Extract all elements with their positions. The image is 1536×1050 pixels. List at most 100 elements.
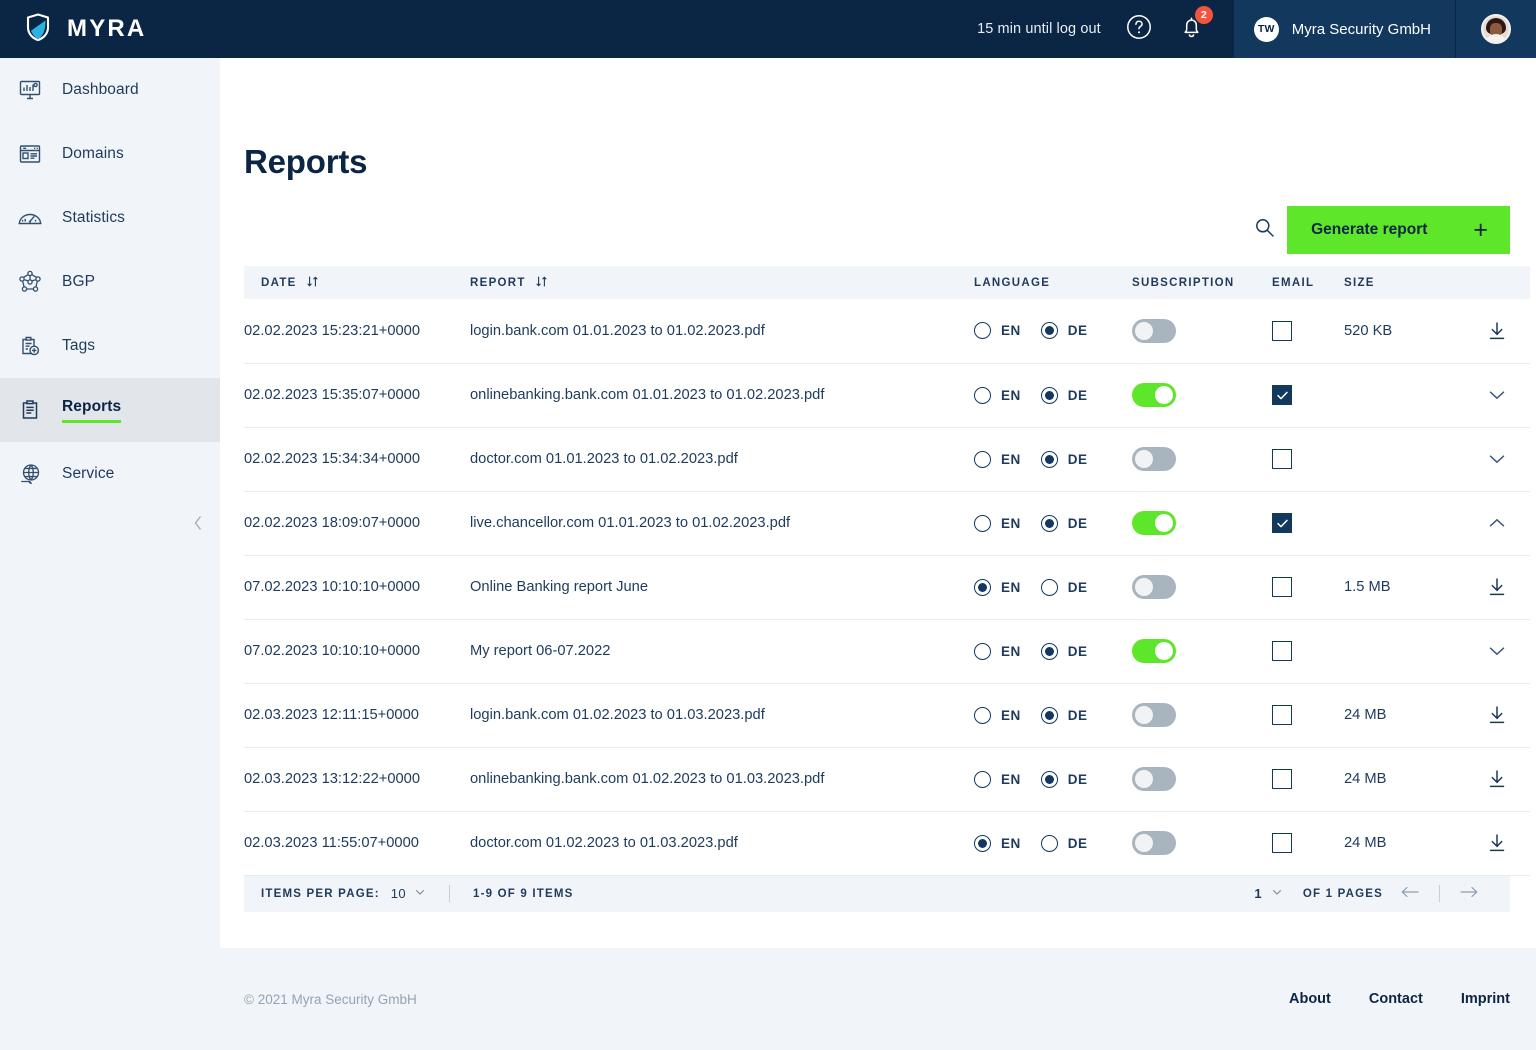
help-button[interactable] (1125, 13, 1153, 46)
cell-subscription (1132, 427, 1272, 491)
radio-en[interactable] (974, 707, 991, 724)
subscription-toggle[interactable] (1132, 319, 1176, 343)
subscription-toggle[interactable] (1132, 703, 1176, 727)
language-option-de[interactable]: DE (1041, 771, 1088, 788)
radio-de[interactable] (1041, 835, 1058, 852)
language-option-de[interactable]: DE (1041, 515, 1088, 532)
subscription-toggle[interactable] (1132, 511, 1176, 535)
column-header-date[interactable]: DATE (244, 266, 470, 299)
radio-de[interactable] (1041, 387, 1058, 404)
radio-de[interactable] (1041, 451, 1058, 468)
download-icon[interactable] (1486, 320, 1508, 342)
chevron-left-icon (191, 513, 205, 538)
chevron-down-icon[interactable] (1486, 384, 1508, 406)
email-checkbox[interactable] (1272, 577, 1292, 597)
footer-link-imprint[interactable]: Imprint (1461, 991, 1510, 1007)
email-checkbox[interactable] (1272, 833, 1292, 853)
cell-date: 02.02.2023 15:35:07+0000 (244, 363, 470, 427)
download-icon[interactable] (1486, 768, 1508, 790)
prev-page-button[interactable] (1396, 883, 1424, 905)
tenant-selector[interactable]: TW Myra Security GmbH (1234, 0, 1455, 58)
chevron-up-icon[interactable] (1486, 512, 1508, 534)
email-checkbox[interactable] (1272, 385, 1292, 405)
radio-en[interactable] (974, 835, 991, 852)
download-icon[interactable] (1486, 576, 1508, 598)
radio-de[interactable] (1041, 643, 1058, 660)
column-header-report[interactable]: REPORT (470, 266, 974, 299)
subscription-toggle[interactable] (1132, 767, 1176, 791)
language-option-de[interactable]: DE (1041, 835, 1088, 852)
generate-report-button[interactable]: Generate report + (1287, 206, 1510, 254)
radio-en[interactable] (974, 515, 991, 532)
cell-report: live.chancellor.com 01.01.2023 to 01.02.… (470, 491, 974, 555)
email-checkbox[interactable] (1272, 321, 1292, 341)
sidebar-item-bgp[interactable]: BGP (0, 250, 220, 314)
subscription-toggle[interactable] (1132, 575, 1176, 599)
language-option-de[interactable]: DE (1041, 387, 1088, 404)
notifications-button[interactable]: 2 (1179, 14, 1204, 45)
language-option-en[interactable]: EN (974, 643, 1021, 660)
radio-en[interactable] (974, 387, 991, 404)
language-option-de[interactable]: DE (1041, 643, 1088, 660)
sidebar-item-tags[interactable]: Tags (0, 314, 220, 378)
radio-de[interactable] (1041, 707, 1058, 724)
language-option-de[interactable]: DE (1041, 322, 1088, 339)
user-menu-button[interactable] (1455, 0, 1536, 58)
email-checkbox[interactable] (1272, 769, 1292, 789)
subscription-toggle[interactable] (1132, 639, 1176, 663)
radio-de[interactable] (1041, 515, 1058, 532)
page-select[interactable]: 1 (1254, 886, 1282, 901)
language-label: EN (1001, 388, 1021, 403)
search-button[interactable] (1241, 207, 1287, 253)
language-option-en[interactable]: EN (974, 451, 1021, 468)
radio-en[interactable] (974, 771, 991, 788)
items-per-page-select[interactable]: 10 (391, 886, 426, 901)
email-checkbox[interactable] (1272, 705, 1292, 725)
radio-de[interactable] (1041, 771, 1058, 788)
sidebar-item-service[interactable]: Service (0, 442, 220, 506)
language-option-en[interactable]: EN (974, 835, 1021, 852)
language-label: EN (1001, 580, 1021, 595)
language-option-en[interactable]: EN (974, 515, 1021, 532)
sidebar-item-statistics[interactable]: Statistics (0, 186, 220, 250)
subscription-toggle[interactable] (1132, 831, 1176, 855)
language-option-en[interactable]: EN (974, 707, 1021, 724)
radio-de[interactable] (1041, 322, 1058, 339)
sidebar-collapse-button[interactable] (186, 513, 210, 537)
table-row: 07.02.2023 10:10:10+0000Online Banking r… (244, 555, 1530, 619)
sort-icon (306, 275, 319, 291)
next-page-button[interactable] (1455, 883, 1483, 905)
radio-de[interactable] (1041, 579, 1058, 596)
radio-en[interactable] (974, 451, 991, 468)
radio-en[interactable] (974, 579, 991, 596)
download-icon[interactable] (1486, 832, 1508, 854)
chevron-down-icon[interactable] (1486, 448, 1508, 470)
language-option-de[interactable]: DE (1041, 579, 1088, 596)
radio-en[interactable] (974, 643, 991, 660)
language-option-en[interactable]: EN (974, 387, 1021, 404)
subscription-toggle[interactable] (1132, 383, 1176, 407)
notification-badge: 2 (1195, 6, 1213, 24)
language-option-de[interactable]: DE (1041, 707, 1088, 724)
radio-en[interactable] (974, 322, 991, 339)
sidebar-item-reports[interactable]: Reports (0, 378, 220, 442)
footer-link-contact[interactable]: Contact (1369, 991, 1423, 1007)
footer-link-about[interactable]: About (1289, 991, 1331, 1007)
sidebar-item-domains[interactable]: Domains (0, 122, 220, 186)
email-checkbox[interactable] (1272, 513, 1292, 533)
sidebar-item-dashboard[interactable]: Dashboard (0, 58, 220, 122)
download-icon[interactable] (1486, 704, 1508, 726)
pagination-bar: ITEMS PER PAGE: 10 1-9 OF 9 ITEMS (244, 876, 1510, 912)
chevron-down-icon (1271, 886, 1283, 901)
language-option-en[interactable]: EN (974, 579, 1021, 596)
cell-email (1272, 363, 1344, 427)
chevron-down-icon[interactable] (1486, 640, 1508, 662)
language-option-en[interactable]: EN (974, 322, 1021, 339)
language-option-en[interactable]: EN (974, 771, 1021, 788)
email-checkbox[interactable] (1272, 641, 1292, 661)
brand-logo[interactable]: MYRA (0, 11, 220, 48)
email-checkbox[interactable] (1272, 449, 1292, 469)
language-option-de[interactable]: DE (1041, 451, 1088, 468)
subscription-toggle[interactable] (1132, 447, 1176, 471)
plus-icon: + (1473, 218, 1488, 243)
